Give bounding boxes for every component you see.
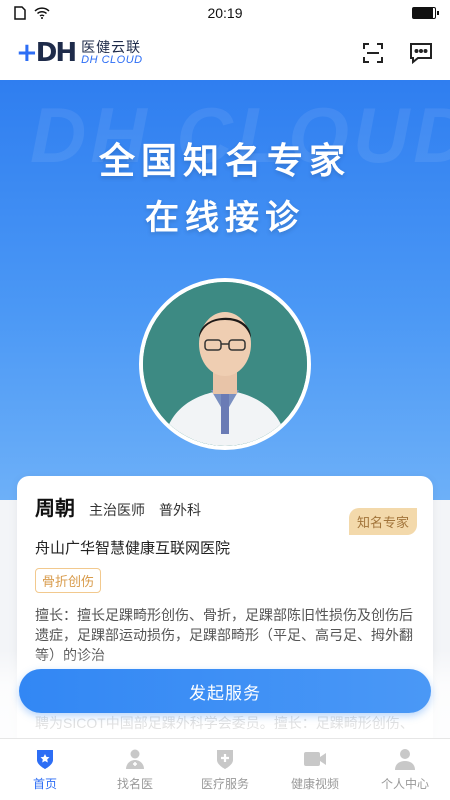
status-time: 20:19 — [207, 5, 243, 21]
scan-icon — [363, 43, 383, 63]
doctor-name: 周朝 — [35, 498, 75, 520]
doctor-icon — [126, 749, 144, 769]
brand-logo: +DH 医健云联 DH CLOUD — [16, 38, 143, 68]
doctor-card[interactable]: 周朝 主治医师 普外科 知名专家 舟山广华智慧健康互联网医院 骨折创伤 擅长：擅… — [17, 476, 433, 756]
person-icon — [395, 749, 415, 770]
famous-expert-badge: 知名专家 — [348, 508, 417, 535]
tab-medical-service[interactable]: 医疗服务 — [180, 739, 270, 800]
tab-home[interactable]: 首页 — [0, 739, 90, 800]
sim-card-icon — [14, 6, 26, 20]
home-shield-icon — [37, 750, 53, 769]
status-bar: 20:19 — [0, 0, 450, 26]
chat-bubble-icon — [410, 43, 432, 65]
start-service-button[interactable]: 发起服务 — [19, 669, 431, 713]
doctor-avatar — [139, 278, 311, 450]
bottom-tab-bar: 首页 找名医 医疗服务 健康视频 个人中心 — [0, 738, 450, 800]
hero-title-line2: 在线接诊 — [145, 199, 305, 237]
doctor-portrait — [143, 282, 307, 446]
doctor-department: 普外科 — [159, 502, 201, 518]
hero-title-line1: 全国知名专家 — [98, 140, 351, 181]
scan-button[interactable] — [360, 40, 386, 66]
header-actions — [360, 40, 434, 66]
doctor-title: 主治医师 — [89, 502, 145, 518]
hospital-name: 舟山广华智慧健康互联网医院 — [35, 540, 231, 557]
tab-find-doctor[interactable]: 找名医 — [90, 739, 180, 800]
doctor-specialty: 擅长：擅长足踝畸形创伤、骨折，足踝部陈旧性损伤及创伤后遗症，足踝部运动损伤，足踝… — [35, 607, 413, 663]
tab-profile-label: 个人中心 — [380, 777, 429, 791]
hero-banner: DH CLOUD 全国知名专家 在线接诊 — [0, 80, 450, 500]
battery-fill — [413, 8, 433, 18]
tab-home-label: 首页 — [32, 777, 57, 791]
status-left — [14, 6, 50, 20]
tab-medical-service-label: 医疗服务 — [200, 777, 249, 791]
brand-name-en: DH CLOUD — [81, 53, 143, 66]
tab-health-video[interactable]: 健康视频 — [270, 739, 360, 800]
app-header: +DH 医健云联 DH CLOUD — [0, 26, 450, 80]
logo-mark: +DH — [16, 38, 77, 68]
message-button[interactable] — [408, 40, 434, 66]
brand-text: 医健云联 DH CLOUD — [81, 40, 142, 66]
brand-name-cn: 医健云联 — [81, 38, 142, 55]
battery-icon — [412, 7, 439, 19]
specialty-tag: 骨折创伤 — [35, 568, 102, 593]
tab-find-doctor-label: 找名医 — [116, 777, 153, 791]
medical-cross-icon — [217, 750, 233, 769]
wifi-icon — [34, 7, 50, 19]
video-icon — [304, 752, 326, 766]
tab-health-video-label: 健康视频 — [290, 777, 339, 791]
tab-profile[interactable]: 个人中心 — [360, 739, 450, 800]
